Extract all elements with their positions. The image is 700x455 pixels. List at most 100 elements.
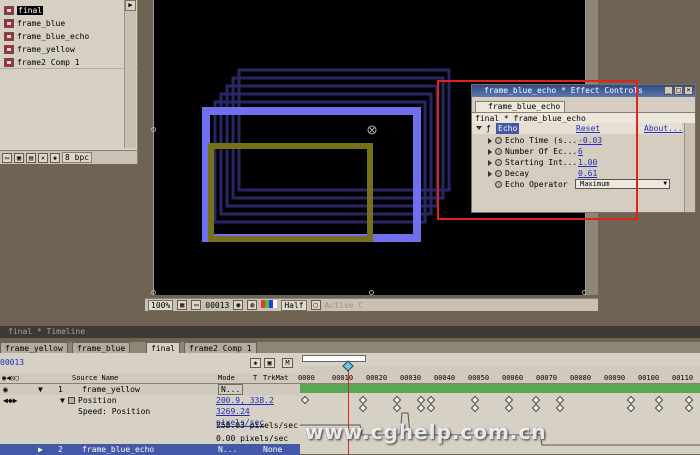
about-link[interactable]: About... — [644, 123, 683, 134]
stopwatch-icon[interactable] — [68, 397, 75, 404]
property-row-speed: Speed: Position 3269.24 pixels/sec — [0, 406, 300, 427]
expand-triangle-icon[interactable]: ▼ — [60, 395, 65, 406]
speed-low-row: 258.03 pixels/sec — [0, 420, 300, 431]
tab-frame2-comp-1[interactable]: frame2 Comp 1 — [184, 342, 257, 353]
column-source-name[interactable]: Source Name — [72, 373, 118, 384]
comp-flowchart-icon[interactable]: ◈ — [250, 358, 261, 368]
ruler-tick-label: 00070 — [536, 374, 558, 382]
tab-frame-yellow[interactable]: frame_yellow — [0, 342, 68, 353]
layer-handle[interactable] — [151, 127, 156, 132]
snapshot-icon[interactable]: ◉ — [233, 300, 244, 310]
project-footer: ▭ ▣ ▤ ✕ ◈ 8 bpc — [0, 150, 137, 164]
mask-view-icon[interactable]: ▭ — [191, 300, 202, 310]
video-switch-icon[interactable]: ◉ — [3, 384, 8, 395]
project-item-final[interactable]: final — [4, 4, 122, 16]
region-of-interest-icon[interactable]: ▢ — [310, 300, 321, 310]
column-trkmat[interactable]: TrkMat — [263, 373, 288, 384]
close-icon[interactable]: × — [684, 86, 693, 95]
current-time-display[interactable]: 00013 — [205, 301, 229, 310]
maximize-icon[interactable]: □ — [674, 86, 683, 95]
project-item-frame-blue[interactable]: frame_blue — [4, 17, 122, 29]
speed-low-value: 258.03 pixels/sec — [216, 421, 298, 430]
ruler-tick-label: 00060 — [502, 374, 524, 382]
show-snapshot-icon[interactable]: ◍ — [247, 300, 258, 310]
project-item-frame-yellow[interactable]: frame_yellow — [4, 43, 122, 55]
tab-final[interactable]: final — [146, 342, 181, 353]
ruler-tick-label: 00040 — [434, 374, 456, 382]
keyframe-nav-icon[interactable]: ◀◆▶ — [3, 395, 17, 406]
av-switches-icon: ◉◀◎▢ — [2, 374, 19, 382]
ruler-tick-label: 00100 — [638, 374, 660, 382]
flowchart-icon[interactable]: ◈ — [50, 152, 60, 163]
scroll-right-icon[interactable]: ▶ — [125, 0, 136, 11]
column-mode[interactable]: Mode — [218, 373, 235, 384]
ruler-tick-label: 00080 — [570, 374, 592, 382]
project-item-frame2-comp-1[interactable]: frame2 Comp 1 — [4, 56, 122, 68]
position-value[interactable]: 200.9, 338.2 — [216, 395, 274, 406]
tab-frame-blue[interactable]: frame_blue — [72, 342, 131, 353]
property-row-position[interactable]: ◀◆▶ ▼ Position 200.9, 338.2 — [0, 395, 300, 406]
layer-mode-dropdown[interactable]: N... — [218, 444, 237, 455]
time-ruler[interactable]: 0000 00010 00020 00030 00040 00050 00060 00070 0… — [298, 366, 700, 384]
layer-mode-dropdown[interactable]: N... — [218, 384, 244, 395]
ruler-tick-label: 00050 — [468, 374, 490, 382]
speed-min-value: 0.00 pixels/sec — [216, 434, 289, 443]
layer-number: 2 — [58, 445, 63, 454]
layer-trkmat-dropdown[interactable]: None — [263, 444, 282, 455]
ruler-tick-label: 0000 — [298, 374, 315, 382]
interpret-footage-icon[interactable]: ▭ — [2, 152, 12, 163]
channels-icon[interactable] — [261, 300, 278, 310]
bit-depth-button[interactable]: 8 bpc — [62, 152, 93, 163]
layer-row-frame-blue-echo[interactable]: ▶ 2 frame_blue_echo N... None — [0, 444, 300, 455]
layer-name[interactable]: frame_yellow — [82, 384, 140, 395]
timeline-titlebar[interactable]: final * Timeline — [0, 326, 700, 338]
project-item-frame-blue-echo[interactable]: frame_blue_echo — [4, 30, 122, 42]
property-name: Position — [78, 396, 117, 405]
expand-triangle-icon[interactable]: ▼ — [38, 384, 43, 395]
magnification-dropdown[interactable]: 100% — [148, 299, 174, 311]
watermark: www.cghelp.com.cn — [305, 420, 547, 444]
new-folder-icon[interactable]: ▣ — [14, 152, 24, 163]
layer-name[interactable]: frame_blue_echo — [82, 444, 154, 455]
chevron-down-icon: ▼ — [663, 180, 667, 187]
composition-icon — [4, 31, 14, 41]
minimize-icon[interactable]: _ — [664, 86, 673, 95]
column-t[interactable]: T — [253, 373, 257, 384]
project-empty-area — [0, 68, 137, 148]
live-update-icon[interactable]: ▣ — [264, 358, 275, 368]
project-item-label: frame_yellow — [17, 44, 75, 54]
timeline-current-time[interactable]: 00013 — [0, 358, 24, 367]
new-comp-icon[interactable]: ▤ — [26, 152, 36, 163]
ruler-tick-label: 00090 — [604, 374, 626, 382]
layer-handle[interactable] — [369, 290, 374, 295]
project-item-label: frame2 Comp 1 — [17, 57, 80, 67]
expand-triangle-icon[interactable]: ▶ — [38, 444, 43, 455]
work-area-bar[interactable] — [302, 355, 366, 362]
property-name: Speed: Position — [78, 407, 151, 416]
composition-icon — [4, 18, 14, 28]
layer-number: 1 — [58, 385, 63, 394]
project-item-label: frame_blue — [17, 18, 66, 28]
layer-duration-bar[interactable] — [300, 384, 700, 393]
layer-handle[interactable] — [151, 290, 156, 295]
effect-controls-scrollbar[interactable] — [684, 123, 695, 212]
trash-icon[interactable]: ✕ — [38, 152, 48, 163]
highlight-annotation-box — [437, 80, 638, 220]
composition-toolbar: 100% ▦ ▭ 00013 ◉ ◍ Half ▢ Active C — [145, 298, 598, 311]
timeline-tabs: frame_yellow frame_blue final frame2 Com… — [0, 342, 700, 353]
timeline-title: final * Timeline — [8, 327, 86, 336]
ruler-tick-label: 00030 — [400, 374, 422, 382]
speed-min-row: 0.00 pixels/sec — [0, 433, 300, 444]
resolution-dropdown[interactable]: Half — [281, 299, 307, 311]
composition-icon — [4, 44, 14, 54]
motion-blur-icon[interactable]: M — [282, 358, 293, 368]
layer-row-frame-yellow[interactable]: ◉ ▼ 1 frame_yellow N... — [0, 384, 300, 395]
camera-dropdown[interactable]: Active C — [325, 301, 364, 310]
ruler-tick-label: 00010 — [332, 374, 354, 382]
composition-icon — [4, 57, 14, 67]
timeline-column-headers: ◉◀◎▢ Source Name Mode T TrkMat — [0, 373, 300, 384]
project-scrollbar[interactable]: ▶ — [124, 0, 136, 148]
ruler-tick-label: 00110 — [672, 374, 694, 382]
safe-margins-icon[interactable]: ▦ — [177, 300, 188, 310]
yellow-frame — [208, 143, 373, 242]
